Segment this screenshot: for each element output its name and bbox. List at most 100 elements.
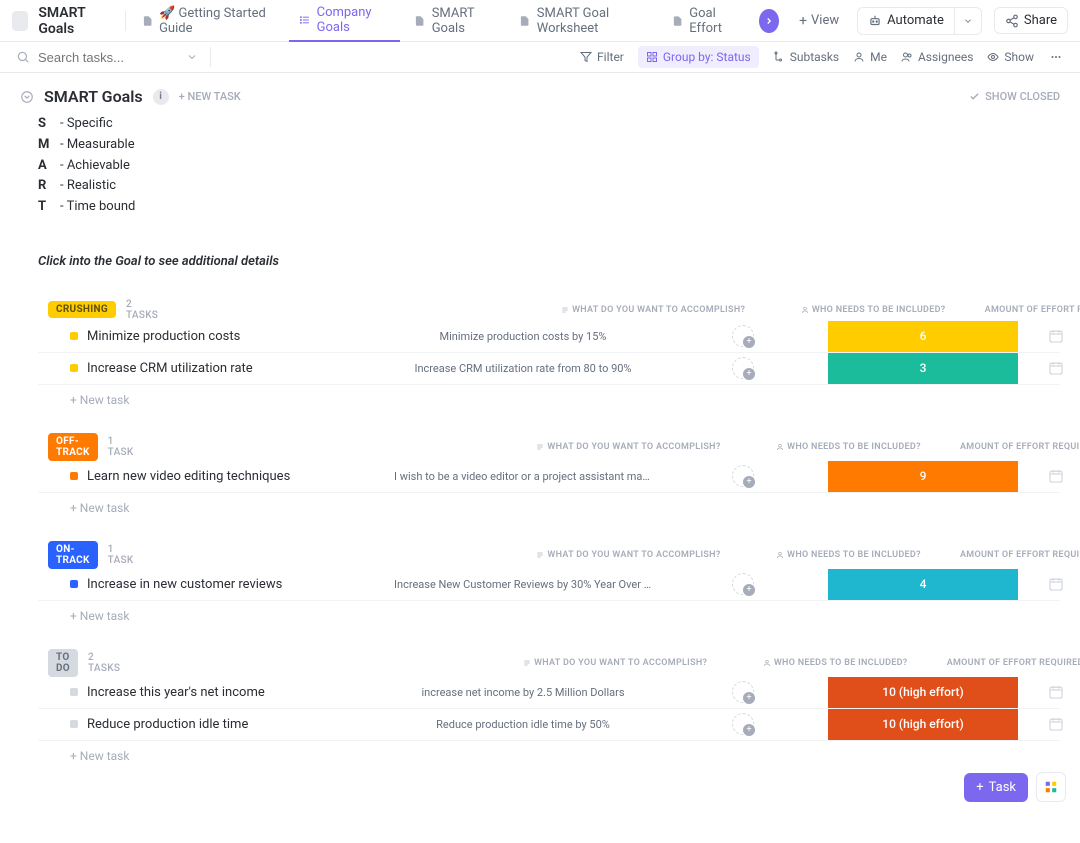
task-count: 1 TASK bbox=[108, 436, 134, 458]
effort-cell[interactable]: 6 bbox=[828, 321, 1018, 352]
task-row[interactable]: Increase this year's net income increase… bbox=[38, 677, 1060, 709]
automate-button[interactable]: Automate bbox=[857, 7, 955, 35]
col-accomplish: WHAT DO YOU WANT TO ACCOMPLISH? bbox=[518, 305, 788, 315]
desc-s: - Specific bbox=[60, 114, 113, 135]
task-name-cell: Reduce production idle time bbox=[38, 717, 388, 732]
tab-smart-goals[interactable]: SMART Goals bbox=[404, 0, 505, 42]
status-pill[interactable]: ON-TRACK bbox=[48, 541, 98, 569]
effort-cell[interactable]: 9 bbox=[828, 461, 1018, 492]
assignee-cell[interactable] bbox=[658, 573, 828, 595]
effort-cell[interactable]: 10 (high effort) bbox=[828, 677, 1018, 708]
collapse-icon[interactable] bbox=[20, 90, 34, 104]
me-button[interactable]: Me bbox=[853, 50, 887, 64]
tab-worksheet[interactable]: SMART Goal Worksheet bbox=[509, 0, 658, 42]
due-cell[interactable] bbox=[1018, 684, 1080, 700]
task-row[interactable]: Reduce production idle time Reduce produ… bbox=[38, 709, 1060, 741]
new-task-row[interactable]: + New task bbox=[38, 601, 1060, 623]
col-accomplish: WHAT DO YOU WANT TO ACCOMPLISH? bbox=[493, 550, 763, 560]
due-cell[interactable] bbox=[1018, 716, 1080, 732]
plus-icon: + bbox=[976, 780, 983, 795]
next-tab-button[interactable] bbox=[759, 9, 779, 33]
add-assignee-icon[interactable] bbox=[732, 573, 754, 595]
tab-getting-started[interactable]: 🚀 Getting Started Guide bbox=[132, 0, 286, 42]
share-button[interactable]: Share bbox=[994, 7, 1068, 34]
info-icon[interactable]: i bbox=[153, 89, 169, 105]
new-task-inline[interactable]: + NEW TASK bbox=[179, 90, 241, 103]
chevron-down-icon[interactable] bbox=[186, 51, 198, 63]
task-name-cell: Learn new video editing techniques bbox=[38, 469, 388, 484]
accomplish-cell[interactable]: I wish to be a video editor or a project… bbox=[388, 470, 658, 483]
list-icon bbox=[299, 13, 310, 27]
tab-goal-effort[interactable]: Goal Effort bbox=[662, 0, 749, 42]
subtasks-button[interactable]: Subtasks bbox=[773, 50, 839, 64]
search-input[interactable] bbox=[38, 50, 178, 65]
new-task-row[interactable]: + New task bbox=[38, 385, 1060, 407]
effort-cell[interactable]: 4 bbox=[828, 569, 1018, 600]
accomplish-cell[interactable]: Reduce production idle time by 50% bbox=[388, 718, 658, 731]
app-icon bbox=[12, 11, 28, 31]
new-task-fab[interactable]: + Task bbox=[964, 773, 1028, 802]
task-name: Increase this year's net income bbox=[87, 685, 265, 700]
accomplish-cell[interactable]: Increase CRM utilization rate from 80 to… bbox=[388, 362, 658, 375]
col-effort: AMOUNT OF EFFORT REQUIRED bbox=[920, 658, 1080, 668]
show-button[interactable]: Show bbox=[987, 50, 1034, 64]
task-row[interactable]: Learn new video editing techniques I wis… bbox=[38, 461, 1060, 493]
automate-dropdown[interactable] bbox=[954, 7, 982, 35]
effort-cell[interactable]: 3 bbox=[828, 353, 1018, 384]
status-pill[interactable]: TO DO bbox=[48, 649, 78, 677]
hint-text: Click into the Goal to see additional de… bbox=[38, 252, 1060, 273]
share-label: Share bbox=[1024, 13, 1057, 28]
status-pill[interactable]: OFF-TRACK bbox=[48, 433, 98, 461]
due-cell[interactable] bbox=[1018, 576, 1080, 592]
due-cell[interactable] bbox=[1018, 360, 1080, 376]
grid-icon bbox=[1044, 780, 1058, 794]
new-task-row[interactable]: + New task bbox=[38, 493, 1060, 515]
assignee-cell[interactable] bbox=[658, 713, 828, 735]
task-row[interactable]: Increase CRM utilization rate Increase C… bbox=[38, 353, 1060, 385]
group-icon bbox=[646, 51, 658, 63]
more-button[interactable] bbox=[1048, 51, 1064, 63]
apps-button[interactable] bbox=[1036, 772, 1066, 802]
add-assignee-icon[interactable] bbox=[732, 713, 754, 735]
group-by-button[interactable]: Group by: Status bbox=[638, 46, 759, 68]
accomplish-cell[interactable]: increase net income by 2.5 Million Dolla… bbox=[388, 686, 658, 699]
assignee-cell[interactable] bbox=[658, 681, 828, 703]
effort-cell[interactable]: 10 (high effort) bbox=[828, 709, 1018, 740]
user-icon bbox=[763, 659, 771, 667]
tab-label: 🚀 Getting Started Guide bbox=[159, 6, 275, 36]
add-assignee-icon[interactable] bbox=[732, 357, 754, 379]
assignee-cell[interactable] bbox=[658, 465, 828, 487]
add-assignee-icon[interactable] bbox=[732, 681, 754, 703]
accomplish-cell[interactable]: Minimize production costs by 15% bbox=[388, 330, 658, 343]
divider bbox=[125, 11, 126, 31]
user-icon bbox=[853, 51, 865, 63]
assignee-cell[interactable] bbox=[658, 357, 828, 379]
search-wrap bbox=[16, 50, 198, 65]
content-area: SMART Goals i + NEW TASK SHOW CLOSED S- … bbox=[0, 72, 1080, 843]
show-closed-button[interactable]: SHOW CLOSED bbox=[969, 90, 1060, 103]
status-pill[interactable]: CRUSHING bbox=[48, 301, 116, 318]
desc-r: - Realistic bbox=[60, 176, 116, 197]
add-view-button[interactable]: + View bbox=[789, 0, 849, 42]
task-row[interactable]: Minimize production costs Minimize produ… bbox=[38, 321, 1060, 353]
doc-icon bbox=[414, 14, 425, 28]
doc-icon bbox=[672, 14, 683, 28]
due-cell[interactable] bbox=[1018, 328, 1080, 344]
assignees-button[interactable]: Assignees bbox=[901, 50, 973, 64]
filter-button[interactable]: Filter bbox=[580, 50, 624, 64]
accomplish-cell[interactable]: Increase New Customer Reviews by 30% Yea… bbox=[388, 578, 658, 591]
due-cell[interactable] bbox=[1018, 468, 1080, 484]
task-row[interactable]: Increase in new customer reviews Increas… bbox=[38, 569, 1060, 601]
new-task-row[interactable]: + New task bbox=[38, 741, 1060, 763]
list-header: SMART Goals i + NEW TASK SHOW CLOSED bbox=[20, 87, 1060, 106]
calendar-icon bbox=[1048, 576, 1064, 592]
add-assignee-icon[interactable] bbox=[732, 465, 754, 487]
assignee-cell[interactable] bbox=[658, 325, 828, 347]
group-header: CRUSHING 2 TASKS WHAT DO YOU WANT TO ACC… bbox=[38, 299, 1060, 321]
task-name: Minimize production costs bbox=[87, 329, 240, 344]
tab-label: SMART Goal Worksheet bbox=[537, 6, 648, 36]
letter-a: A bbox=[38, 156, 54, 177]
tab-company-goals[interactable]: Company Goals bbox=[289, 0, 400, 42]
desc-m: - Measurable bbox=[60, 135, 135, 156]
add-assignee-icon[interactable] bbox=[732, 325, 754, 347]
